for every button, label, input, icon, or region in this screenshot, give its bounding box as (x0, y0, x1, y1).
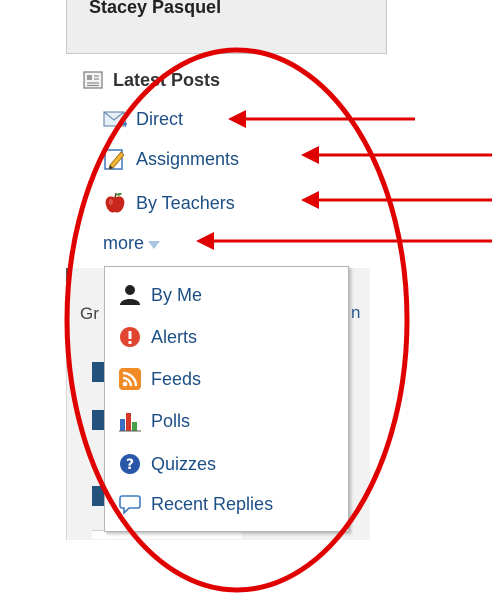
more-dropdown-menu: By Me Alerts Feeds Polls ? Quizzes Recen… (104, 266, 349, 532)
person-icon (119, 284, 141, 306)
annotation-arrow (301, 146, 492, 164)
menu-item-label: Recent Replies (151, 493, 274, 514)
panel-tab-marker (66, 268, 70, 282)
apple-icon (103, 191, 127, 215)
more-label: more (103, 233, 145, 253)
user-box: Stacey Pasquel (66, 0, 387, 54)
menu-item-label: Quizzes (151, 453, 217, 474)
alert-icon (119, 326, 141, 348)
annotation-arrow (228, 110, 415, 128)
post-link-label: Assignments (136, 148, 240, 169)
panel-link-partial[interactable]: n (351, 303, 360, 323)
speech-bubble-icon (119, 493, 141, 515)
svg-text:?: ? (126, 457, 134, 473)
menu-item-alerts[interactable]: Alerts (119, 322, 197, 352)
menu-item-by-me[interactable]: By Me (119, 280, 202, 310)
screenshot-stage: Stacey Pasquel Gr n Latest Posts Direct … (0, 0, 492, 596)
envelope-icon (103, 107, 127, 131)
chevron-down-icon (148, 240, 161, 249)
latest-posts-header: Latest Posts (83, 67, 220, 93)
bar-chart-icon (119, 410, 141, 432)
menu-item-polls[interactable]: Polls (119, 406, 190, 436)
rss-icon (119, 368, 141, 390)
menu-item-label: Feeds (151, 368, 202, 389)
menu-item-recent-replies[interactable]: Recent Replies (119, 489, 273, 519)
pencil-note-icon (103, 147, 127, 171)
group-avatar[interactable] (92, 410, 104, 430)
menu-item-feeds[interactable]: Feeds (119, 364, 201, 394)
panel-heading-partial: Gr (80, 304, 99, 323)
post-link-label: By Teachers (136, 192, 235, 213)
more-toggle[interactable]: more (103, 233, 161, 254)
newspaper-icon (83, 70, 103, 90)
post-link-direct[interactable]: Direct (103, 107, 183, 131)
menu-item-label: By Me (151, 284, 203, 305)
post-link-label: Direct (136, 108, 184, 129)
menu-item-quizzes[interactable]: ? Quizzes (119, 449, 216, 479)
latest-posts-title: Latest Posts (113, 69, 221, 90)
post-link-assignments[interactable]: Assignments (103, 147, 239, 171)
group-avatar[interactable] (92, 362, 104, 382)
post-link-by-teachers[interactable]: By Teachers (103, 191, 235, 215)
menu-item-label: Polls (151, 410, 191, 431)
group-avatar[interactable] (92, 486, 104, 506)
user-name[interactable]: Stacey Pasquel (89, 0, 221, 18)
menu-item-label: Alerts (151, 326, 198, 347)
annotation-arrow (196, 232, 492, 250)
annotation-arrow (301, 191, 492, 209)
question-icon: ? (119, 453, 141, 475)
